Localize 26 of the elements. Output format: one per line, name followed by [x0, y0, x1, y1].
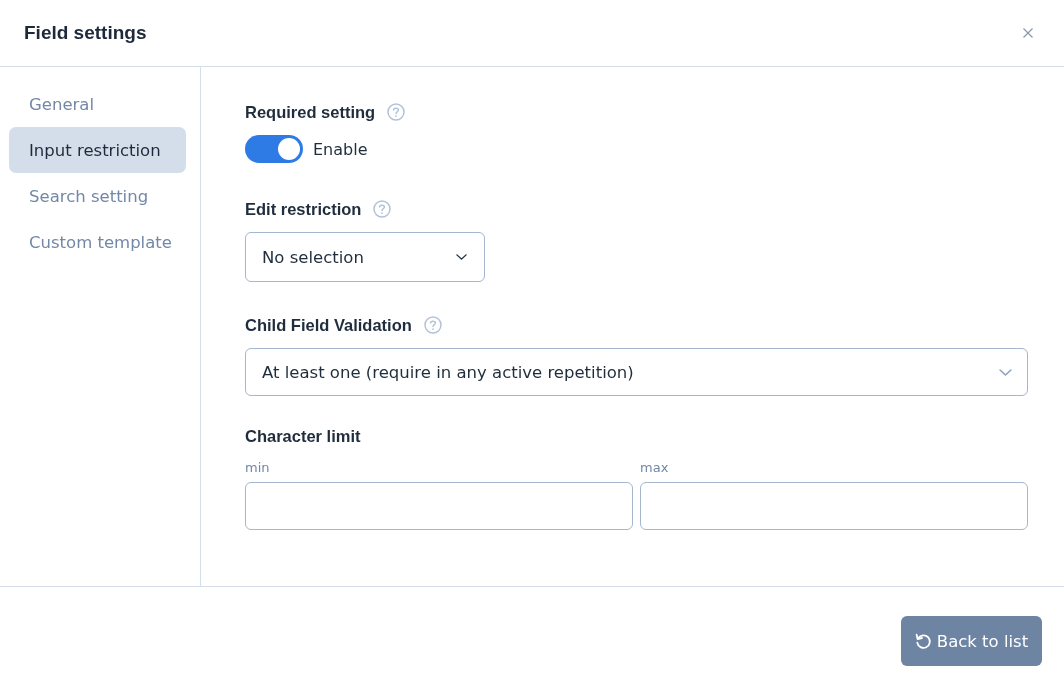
dialog-title: Field settings: [24, 22, 147, 44]
toggle-label: Enable: [313, 139, 368, 159]
field-label: min: [245, 459, 270, 477]
sidebar-item[interactable]: Custom template: [9, 219, 186, 265]
sidebar-item[interactable]: Input restriction: [9, 127, 186, 173]
setting-label: Edit restriction: [245, 199, 362, 220]
toggle-switch[interactable]: [245, 135, 303, 163]
close-button[interactable]: [1023, 28, 1033, 38]
help-icon[interactable]: [373, 200, 392, 218]
chevron-down-icon: [456, 254, 467, 260]
input-field[interactable]: [640, 482, 1028, 530]
chevron-down-icon: [999, 368, 1012, 376]
setting-label: Required setting: [245, 102, 376, 123]
setting-label: Child Field Validation: [245, 315, 412, 336]
dropdown[interactable]: No selection: [245, 232, 485, 282]
input-field[interactable]: [245, 482, 633, 530]
close-icon: [1023, 28, 1033, 38]
sidebar-item[interactable]: General: [9, 81, 186, 127]
back-to-list-button[interactable]: Back to list: [901, 616, 1042, 666]
dropdown[interactable]: At least one (require in any active repetition): [245, 348, 1028, 396]
help-icon[interactable]: [387, 103, 406, 121]
circular-arrow-icon: [914, 632, 932, 650]
field-label: max: [640, 459, 669, 477]
help-icon[interactable]: [423, 316, 442, 334]
sidebar-item[interactable]: Search setting: [9, 173, 186, 219]
setting-label: Character limit: [245, 426, 361, 447]
